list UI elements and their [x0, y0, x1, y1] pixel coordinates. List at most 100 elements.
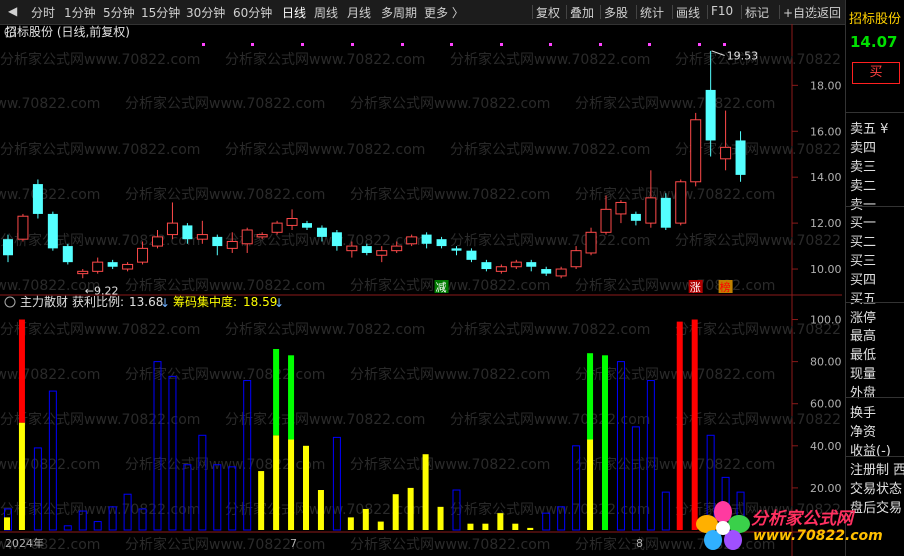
side-row-6: 买二	[850, 235, 877, 250]
candle-body	[196, 234, 208, 240]
indicator-tick-label: 40.00	[810, 440, 842, 453]
candle-body	[212, 236, 223, 247]
side-row-13: 现量	[850, 367, 877, 382]
candle-body	[122, 263, 134, 270]
signal-dot	[648, 43, 651, 46]
watermark-text: 分析家公式网www.70822.com	[450, 501, 650, 518]
stock-title: 招标股份 (日线,前复权)	[5, 24, 130, 39]
candle-body	[720, 146, 732, 160]
side-row-11: 最高	[850, 329, 877, 344]
watermark-text: 分析家公式网www.70822.com	[225, 321, 425, 338]
indicator-bar-yellow	[273, 435, 280, 530]
watermark-text: 分析家公式网www.70822.com	[0, 141, 200, 158]
side-stock-name: 招标股份	[849, 12, 902, 27]
toolbar-button-8[interactable]: 返回	[817, 4, 841, 21]
candle-body	[466, 250, 477, 260]
side-row-8: 买四	[850, 273, 877, 288]
price-tick-label: 12.00	[810, 217, 842, 230]
toolbar-button-2[interactable]: 多股	[604, 4, 628, 21]
indicator-tick-label: 20.00	[810, 482, 842, 495]
period-tab-3[interactable]: 15分钟	[141, 4, 180, 21]
candle-body	[62, 246, 73, 263]
profit-value: 13.68	[129, 295, 163, 309]
candle-body	[690, 119, 702, 183]
side-row-9: 买五	[850, 292, 877, 307]
watermark-text: 分析家公式网www.70822.com	[450, 321, 650, 338]
candle-body	[3, 239, 13, 256]
signal-dot	[698, 43, 701, 46]
side-divider	[846, 456, 904, 457]
candle-body	[137, 247, 149, 263]
indicator-bar-yellow	[512, 523, 519, 530]
period-tab-2[interactable]: 5分钟	[103, 4, 135, 21]
kline-chart[interactable]: 分析家公式网www.70822.com 分析家公式网www.70822.com 分析…	[0, 24, 842, 556]
indicator-bar-yellow	[392, 494, 399, 530]
side-row-3: 卖二	[850, 179, 877, 194]
indicator-bar-green	[602, 355, 608, 530]
toolbar-button-5[interactable]: F10	[711, 4, 733, 18]
chip-value: 18.59	[243, 295, 277, 309]
candle-body	[675, 181, 687, 224]
side-row-5: 买一	[850, 216, 877, 231]
period-tab-7[interactable]: 周线	[314, 4, 338, 21]
toolbar-button-6[interactable]: 标记	[745, 4, 769, 21]
candle-body	[107, 262, 118, 267]
side-row-10: 涨停	[850, 311, 877, 326]
toolbar-button-3[interactable]: 统计	[640, 4, 664, 21]
chip-arrow-icon: ↓	[274, 296, 284, 310]
toolbar-button-1[interactable]: 叠加	[570, 4, 594, 21]
high-label: 19.53	[727, 49, 759, 62]
indicator-bar-outline	[228, 466, 237, 531]
watermark-text: 分析家公式网www.70822.com	[125, 186, 325, 203]
toolbar-separator	[779, 5, 780, 19]
candle-body	[361, 246, 372, 253]
side-divider	[846, 302, 904, 303]
side-divider	[846, 112, 904, 113]
toolbar-separator	[813, 5, 814, 19]
watermark-text: 分析家公式网www.70822.com	[0, 321, 200, 338]
indicator-bar-yellow	[467, 523, 474, 530]
period-tab-4[interactable]: 30分钟	[186, 4, 225, 21]
watermark-text: 分析家公式网www.70822.com	[575, 277, 775, 294]
indicator-bar-yellow	[347, 517, 354, 530]
back-arrow-icon[interactable]: ◀	[8, 4, 17, 18]
toolbar-button-7[interactable]: +自选	[783, 4, 817, 21]
period-tab-9[interactable]: 多周期	[381, 4, 417, 21]
period-tab-6[interactable]: 日线	[282, 4, 306, 21]
candle-body	[376, 250, 388, 256]
site-logo: 分析家公式网 www.70822.com	[695, 500, 895, 552]
candle-body	[152, 236, 163, 247]
watermark-text: 分析家公式网www.70822.com	[0, 95, 100, 112]
period-tab-0[interactable]: 分时	[31, 4, 55, 21]
side-row-1: 卖四	[850, 141, 877, 156]
watermark-text: 分析家公式网www.70822.com	[125, 95, 325, 112]
candle-body	[271, 222, 283, 233]
candle-body	[541, 269, 552, 274]
candle-body	[570, 250, 582, 268]
period-tab-8[interactable]: 月线	[347, 4, 371, 21]
toolbar-button-4[interactable]: 画线	[676, 4, 700, 21]
event-marker-text: 涨	[690, 281, 701, 294]
indicator-bar-yellow	[18, 422, 25, 530]
candle-body	[526, 262, 537, 267]
candle-body	[630, 213, 641, 221]
watermark-text: 分析家公式网www.70822.com	[0, 501, 200, 518]
candle-body	[481, 262, 492, 270]
watermark-text: 分析家公式网www.70822.com	[0, 186, 100, 203]
period-toolbar: 分时 1分钟 5分钟 15分钟 30分钟 60分钟 日线 周线 月线 多周期 更多 〉 复权 叠加 多股统…	[0, 0, 904, 25]
period-tab-1[interactable]: 1分钟	[64, 4, 96, 21]
watermark-text: 分析家公式网www.70822.com	[350, 277, 550, 294]
indicator-bar-yellow	[587, 439, 594, 530]
period-tab-10[interactable]: 更多 〉	[424, 4, 464, 21]
indicator-bar-yellow	[407, 487, 414, 530]
candle-body	[705, 89, 716, 141]
candle-body	[600, 208, 612, 233]
watermark-text: 分析家公式网www.70822.com	[350, 536, 550, 553]
buy-button[interactable]: 买	[852, 62, 900, 84]
indicator-bar-green	[273, 348, 280, 436]
period-tab-5[interactable]: 60分钟	[233, 4, 272, 21]
candle-body	[585, 231, 597, 254]
toolbar-separator	[672, 5, 673, 19]
toolbar-button-0[interactable]: 复权	[536, 4, 560, 21]
indicator-bar-yellow	[362, 508, 369, 530]
